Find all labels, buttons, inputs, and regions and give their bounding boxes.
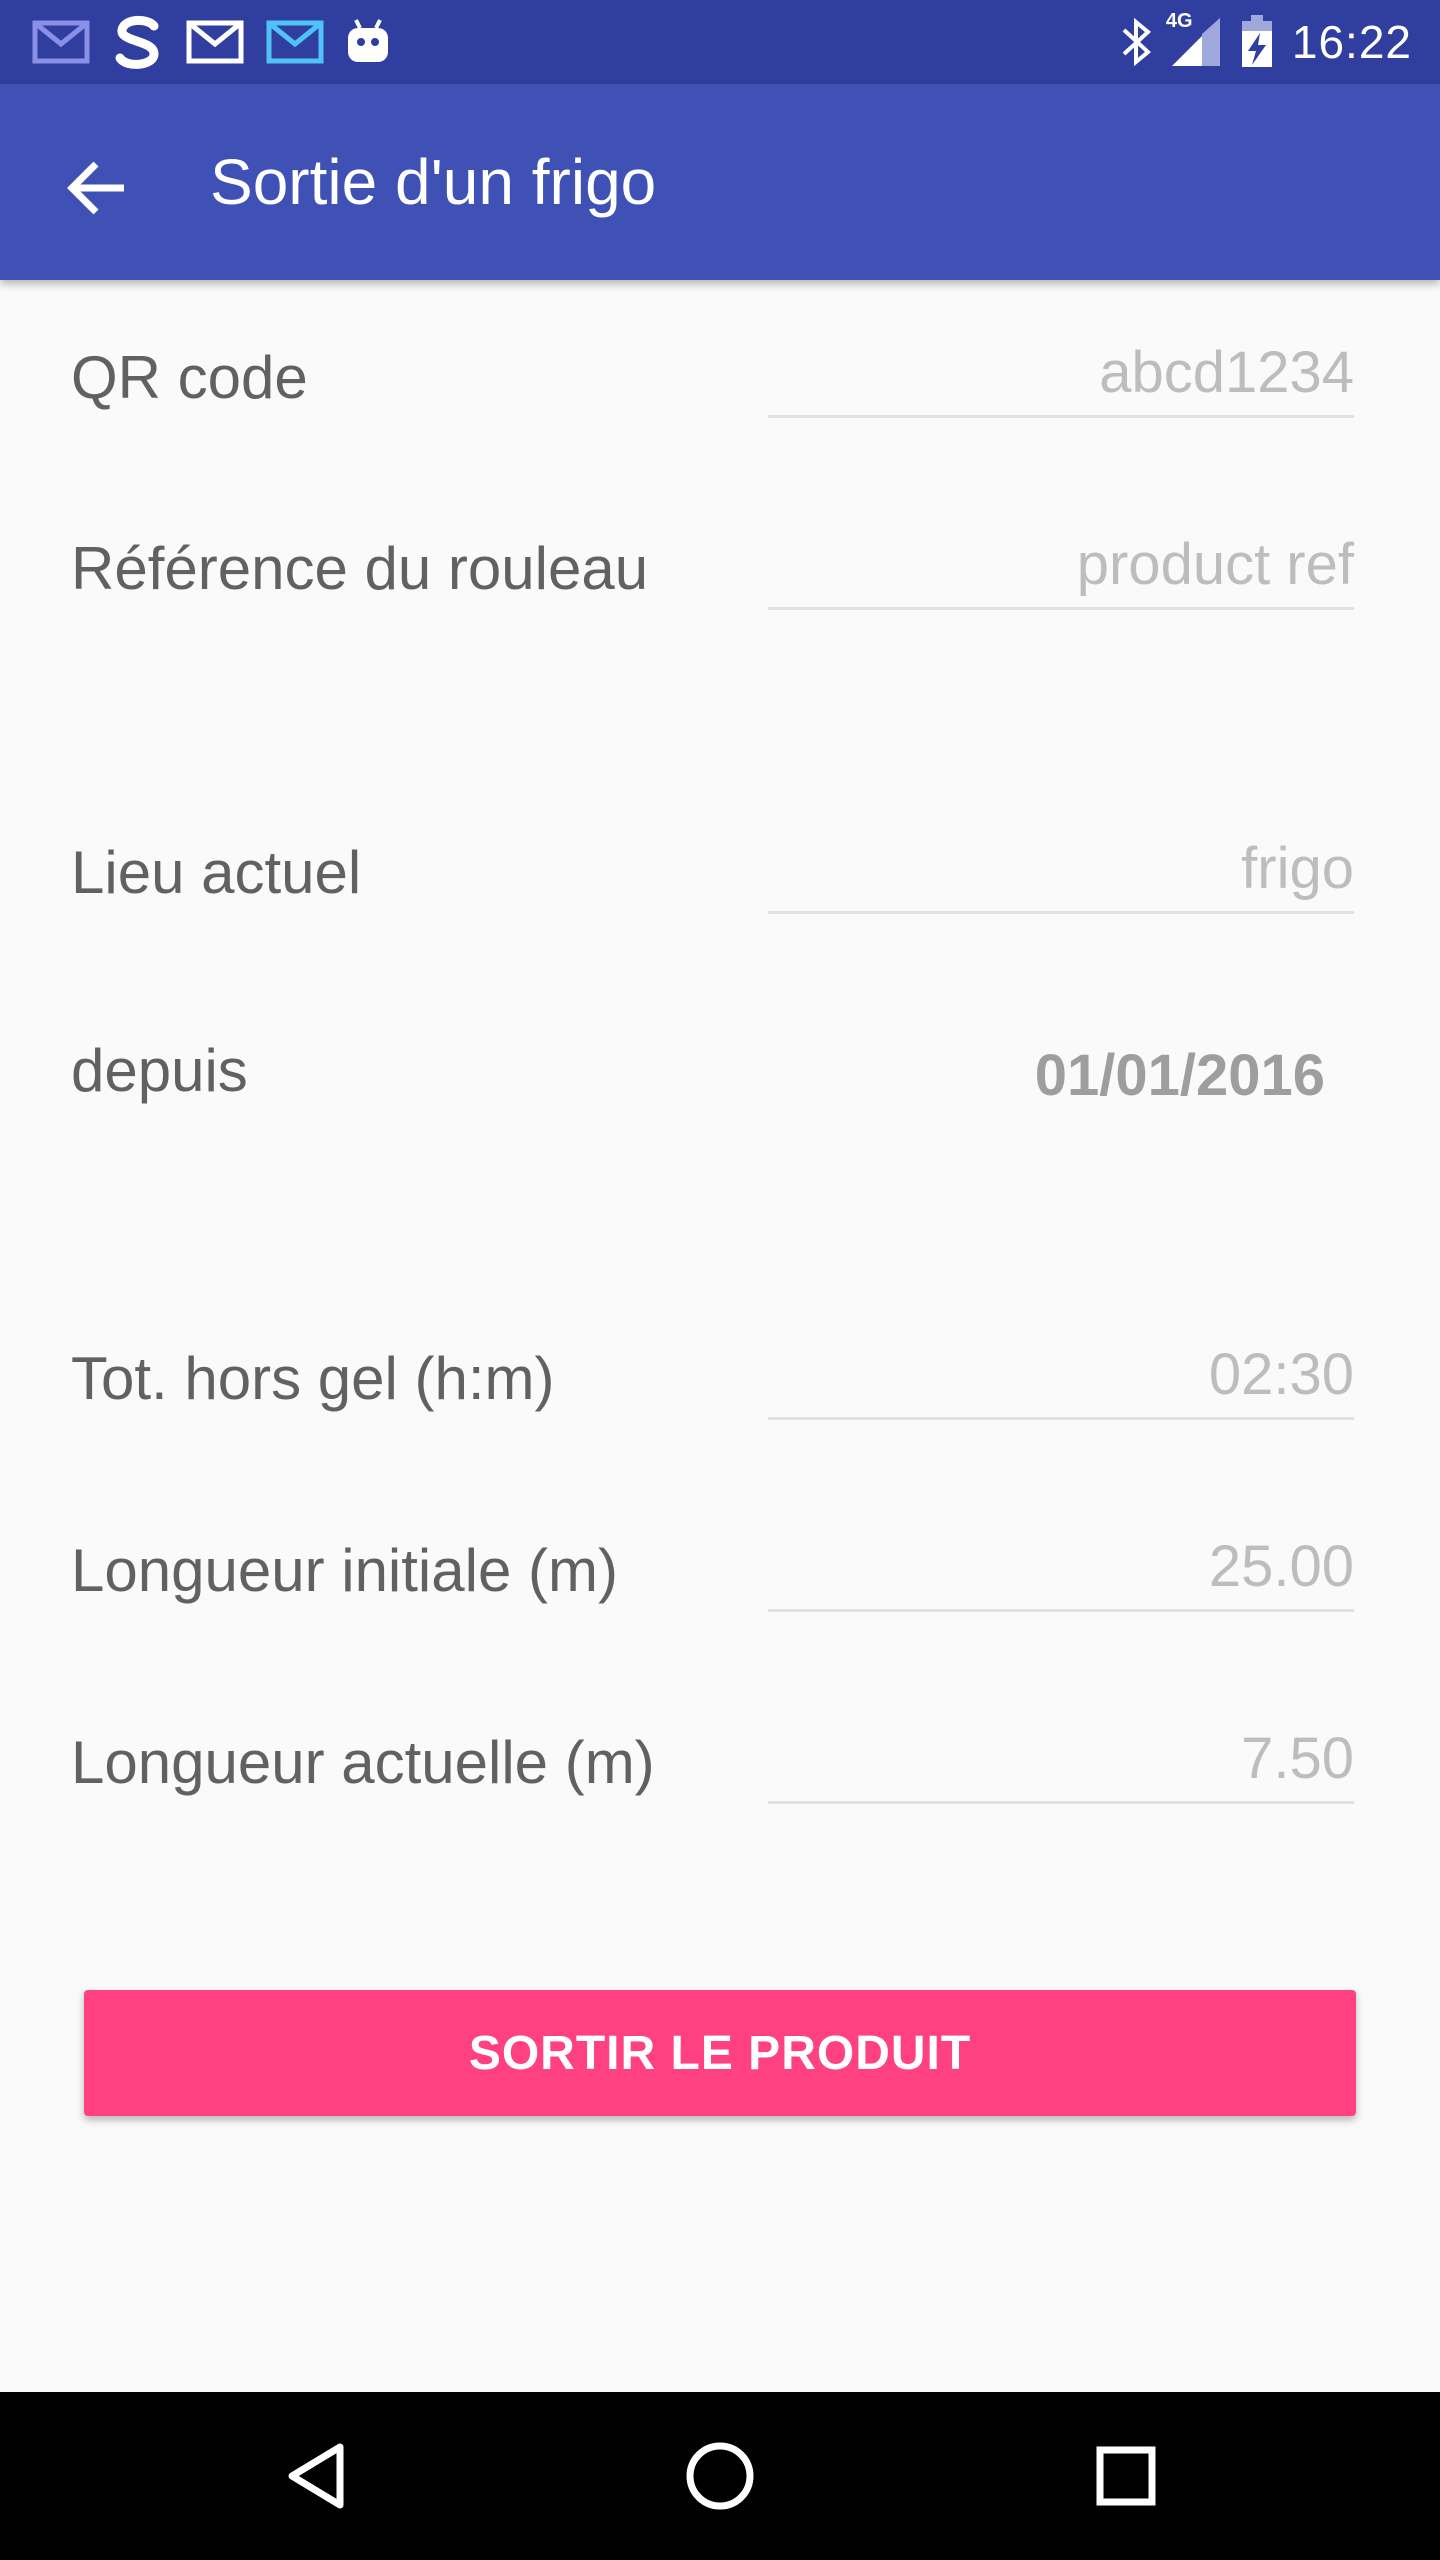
network-type-label: 4G — [1165, 10, 1193, 32]
system-icons: 4G 16:22 — [1120, 10, 1412, 70]
longueur-initiale-field[interactable]: 25.00 — [768, 1522, 1354, 1612]
tot-hors-gel-label: Tot. hors gel (h:m) — [71, 1345, 555, 1412]
sortir-produit-button[interactable]: SORTIR LE PRODUIT — [84, 1990, 1356, 2116]
nav-home-icon — [686, 2442, 754, 2510]
depuis-date-value: 01/01/2016 — [1034, 1043, 1325, 1108]
reference-label: Référence du rouleau — [71, 535, 649, 602]
longueur-actuelle-label: Longueur actuelle (m) — [71, 1729, 655, 1796]
mail-icon — [32, 20, 90, 64]
notification-icons — [32, 14, 390, 70]
lieu-label: Lieu actuel — [71, 839, 362, 906]
nav-recents-button[interactable] — [1076, 2426, 1176, 2526]
longueur-actuelle-field[interactable]: 7.50 — [768, 1714, 1354, 1804]
arrow-back-icon — [67, 161, 124, 215]
nav-recents-icon — [1096, 2446, 1156, 2506]
app-bar: Sortie d'un frigo — [0, 84, 1440, 280]
depuis-label: depuis — [71, 1037, 248, 1104]
system-nav-bar — [0, 2392, 1440, 2560]
battery-charging-icon — [1240, 15, 1274, 69]
status-bar: 4G 16:22 — [0, 0, 1440, 84]
mail-icon — [266, 20, 324, 64]
longueur-initiale-label: Longueur initiale (m) — [71, 1537, 618, 1604]
lieu-field[interactable]: frigo — [768, 824, 1354, 914]
nav-back-button[interactable] — [266, 2426, 366, 2526]
signal-icon: 4G — [1166, 10, 1222, 68]
bluetooth-icon — [1120, 16, 1154, 68]
mail-icon — [186, 20, 244, 64]
tot-hors-gel-field[interactable]: 02:30 — [768, 1330, 1354, 1420]
reference-field[interactable]: product ref — [768, 520, 1354, 610]
android-icon — [346, 18, 390, 66]
back-button[interactable] — [50, 140, 146, 236]
page-title: Sortie d'un frigo — [210, 146, 657, 218]
nav-back-icon — [288, 2443, 344, 2509]
nav-home-button[interactable] — [670, 2426, 770, 2526]
qr-code-field[interactable]: abcd1234 — [768, 328, 1354, 418]
qr-code-label: QR code — [71, 344, 308, 411]
clock: 16:22 — [1291, 16, 1412, 68]
s-app-icon — [112, 14, 164, 70]
